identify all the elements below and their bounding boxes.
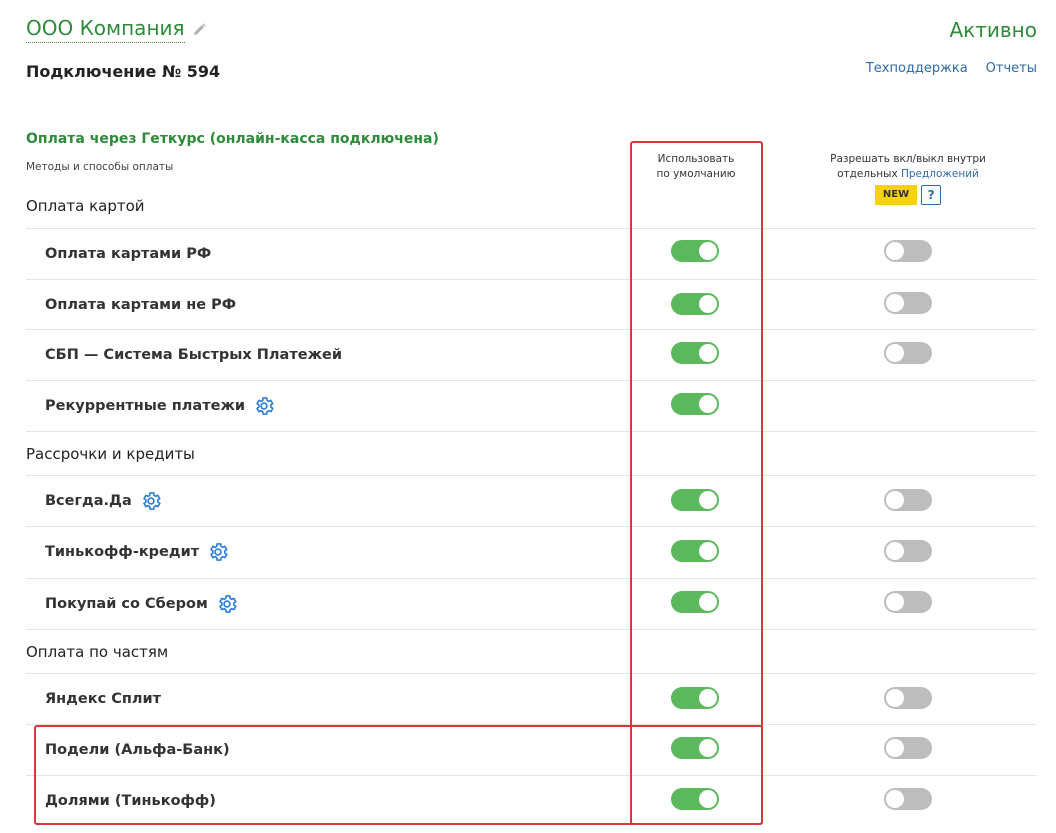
default-toggle[interactable] [671, 240, 719, 262]
group-label-credit: Рассрочки и кредиты [26, 445, 195, 463]
offers-toggle[interactable] [884, 540, 932, 562]
payment-row: Оплата картами не РФ [26, 279, 1037, 330]
payment-row: СБП — Система Быстрых Платежей [26, 329, 1037, 380]
default-toggle[interactable] [671, 687, 719, 709]
offers-toggle[interactable] [884, 342, 932, 364]
default-toggle[interactable] [671, 788, 719, 810]
payment-row: Всегда.Да [26, 475, 1037, 526]
column-header-offers-line1: Разрешать вкл/выкл внутри [830, 153, 986, 165]
pencil-icon[interactable] [191, 22, 207, 38]
payment-row-label-wrap: СБП — Система Быстрых Платежей [45, 330, 342, 380]
payment-row-label-wrap: Тинькофф-кредит [45, 527, 229, 577]
default-toggle[interactable] [671, 393, 719, 415]
column-header-offers-prefix: отдельных [837, 168, 901, 180]
payment-row-label: Оплата картами РФ [45, 246, 212, 262]
payment-row: Оплата картами РФ [26, 228, 1037, 279]
payment-row-label-wrap: Всегда.Да [45, 476, 162, 526]
offers-toggle[interactable] [884, 489, 932, 511]
payment-row-label: Яндекс Сплит [45, 691, 162, 707]
help-button[interactable]: ? [921, 185, 942, 205]
status-label: Активно [949, 18, 1037, 42]
payment-row: Рекуррентные платежи [26, 380, 1037, 431]
payment-row-label: Всегда.Да [45, 493, 132, 509]
default-toggle[interactable] [671, 293, 719, 315]
reports-link[interactable]: Отчеты [986, 61, 1037, 76]
payment-row-label: Покупай со Сбером [45, 596, 208, 612]
gear-icon[interactable] [140, 490, 162, 512]
payment-row-label-wrap: Оплата картами не РФ [45, 280, 236, 330]
connection-title: Подключение № 594 [26, 62, 221, 81]
payment-row-label-wrap: Подели (Альфа-Банк) [45, 725, 230, 775]
offers-toggle[interactable] [884, 591, 932, 613]
column-header-default-line1: Использовать [657, 153, 735, 165]
group-row-divider [26, 629, 1037, 674]
payment-row-label: Тинькофф-кредит [45, 544, 200, 560]
payment-settings-page: ООО Компания Активно Подключение № 594 Т… [0, 0, 1056, 833]
payment-row-label-wrap: Покупай со Сбером [45, 579, 238, 629]
top-links: Техподдержка Отчеты [866, 61, 1037, 76]
payment-row-label-wrap: Оплата картами РФ [45, 229, 211, 279]
column-header-default-line2: по умолчанию [656, 168, 736, 180]
support-link[interactable]: Техподдержка [866, 61, 968, 76]
payment-row: Покупай со Сбером [26, 578, 1037, 629]
payment-row: Тинькофф-кредит [26, 526, 1037, 577]
payment-row: Яндекс Сплит [26, 673, 1037, 724]
column-header-offers: Разрешать вкл/выкл внутри отдельных Пред… [810, 152, 1006, 205]
offers-toggle[interactable] [884, 737, 932, 759]
payment-row-label-wrap: Рекуррентные платежи [45, 381, 275, 431]
offers-link[interactable]: Предложений [901, 168, 979, 180]
payment-row-label-wrap: Яндекс Сплит [45, 674, 161, 724]
payment-row-label: Рекуррентные платежи [45, 398, 246, 414]
payment-row-label-wrap: Долями (Тинькофф) [45, 776, 216, 826]
default-toggle[interactable] [671, 737, 719, 759]
offers-toggle[interactable] [884, 240, 932, 262]
payment-row-label: СБП — Система Быстрых Платежей [45, 347, 343, 363]
gear-icon[interactable] [253, 395, 275, 417]
column-header-offers-line2: отдельных Предложений [810, 167, 1006, 182]
payment-row: Подели (Альфа-Банк) [26, 724, 1037, 775]
payment-row-label: Долями (Тинькофф) [45, 793, 216, 809]
offers-toggle[interactable] [884, 687, 932, 709]
group-label-cards: Оплата картой [26, 197, 145, 215]
default-toggle[interactable] [671, 540, 719, 562]
section-subtitle: Методы и способы оплаты [26, 161, 174, 173]
group-label-parts: Оплата по частям [26, 643, 169, 661]
payment-row: Долями (Тинькофф) [26, 775, 1037, 826]
new-badge: NEW [874, 185, 918, 205]
section-title: Оплата через Геткурс (онлайн-касса подкл… [26, 131, 439, 147]
gear-icon[interactable] [207, 541, 229, 563]
offers-toggle[interactable] [884, 788, 932, 810]
default-toggle[interactable] [671, 342, 719, 364]
default-toggle[interactable] [671, 591, 719, 613]
payment-row-label: Подели (Альфа-Банк) [45, 742, 230, 758]
gear-icon[interactable] [216, 593, 238, 615]
column-header-default: Использовать по умолчанию [634, 152, 758, 182]
payment-row-label: Оплата картами не РФ [45, 297, 237, 313]
column-header-badges: NEW ? [810, 185, 1006, 205]
offers-toggle[interactable] [884, 292, 932, 314]
company-header: ООО Компания [26, 16, 207, 43]
default-toggle[interactable] [671, 489, 719, 511]
company-name[interactable]: ООО Компания [26, 16, 185, 43]
